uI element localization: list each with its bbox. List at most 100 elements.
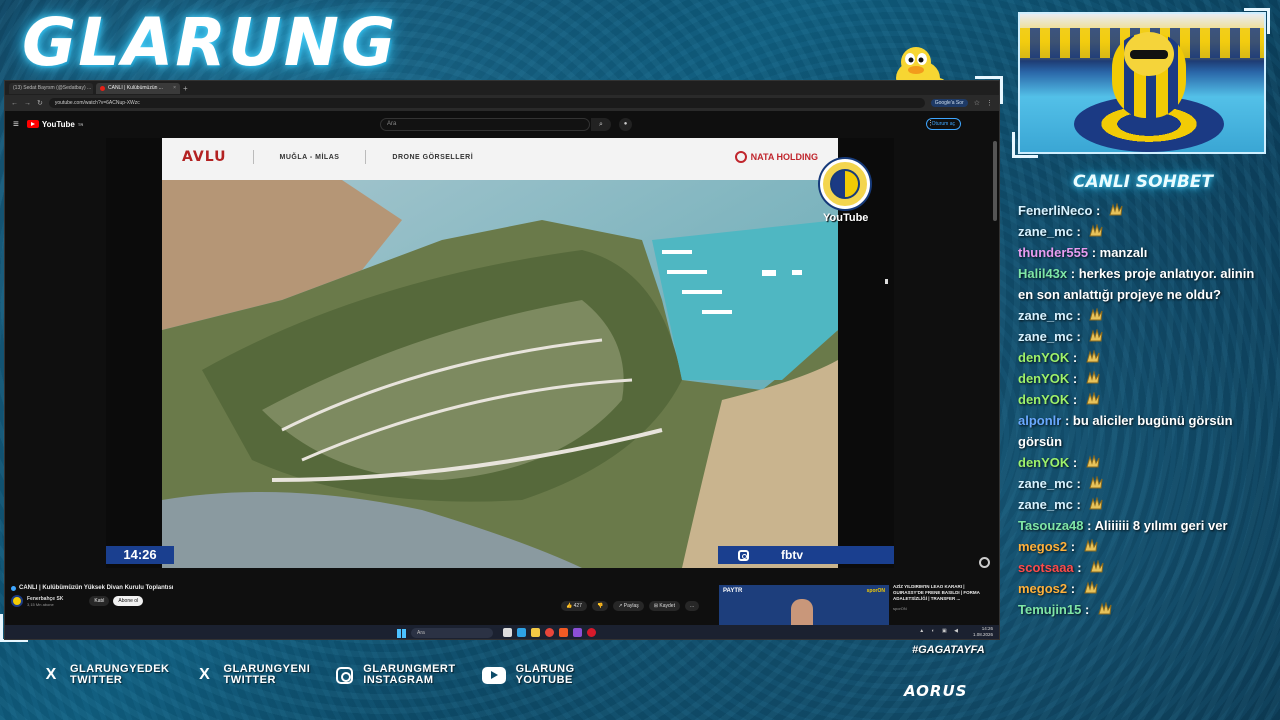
chat-separator: : bbox=[1069, 350, 1081, 365]
social-link[interactable]: GLARUNGMERT INSTAGRAM bbox=[336, 664, 455, 686]
dislike-button[interactable]: 👎 bbox=[591, 601, 609, 611]
opera-icon[interactable] bbox=[587, 628, 596, 637]
youtube-region: TR bbox=[77, 121, 84, 127]
chat-username[interactable]: denYOK bbox=[1018, 392, 1069, 407]
share-button[interactable]: ↗ Paylaş bbox=[613, 601, 644, 611]
chat-username[interactable]: denYOK bbox=[1018, 455, 1069, 470]
system-tray-icons[interactable]: ▲ ◐ ▣ ◀ bbox=[919, 628, 961, 634]
chat-username[interactable]: zane_mc bbox=[1018, 224, 1073, 239]
chat-separator: : bbox=[1072, 329, 1085, 344]
video-player[interactable]: AVLU MUĞLA - MİLAS DRONE GÖRSELLERİ NATA… bbox=[106, 138, 894, 568]
youtube-logo[interactable]: YouTube TR bbox=[26, 120, 84, 129]
chat-message: Halil43x : herkes proje anlatıyor. alini… bbox=[1018, 263, 1264, 305]
chat-separator: : bbox=[1067, 581, 1079, 596]
chat-message: Temujin15 : bbox=[1018, 599, 1264, 620]
chat-username[interactable]: FenerliNeco bbox=[1018, 203, 1092, 218]
task-view-icon[interactable] bbox=[503, 628, 512, 637]
chat-separator: : bbox=[1088, 245, 1100, 260]
social-platform: YOUTUBE bbox=[515, 674, 573, 686]
channel-avatar[interactable] bbox=[11, 595, 23, 607]
channel-subscribers: 3,15 Mn abone bbox=[27, 601, 54, 607]
chat-separator: : bbox=[1073, 560, 1086, 575]
chat-separator: : bbox=[1092, 203, 1104, 218]
save-button[interactable]: ⊞ Kaydet bbox=[648, 601, 680, 611]
chat-username[interactable]: denYOK bbox=[1018, 350, 1069, 365]
hamburger-menu-icon[interactable]: ≡ bbox=[13, 119, 19, 130]
chat-separator: : bbox=[1081, 602, 1093, 617]
social-platform: TWITTER bbox=[70, 674, 123, 686]
chat-separator: : bbox=[1072, 308, 1085, 323]
social-link[interactable]: X GLARUNGYENI TWITTER bbox=[196, 664, 311, 686]
more-actions-button[interactable]: ... bbox=[684, 601, 700, 611]
social-text: GLARUNGYEDEK TWITTER bbox=[70, 664, 170, 686]
edge-icon[interactable] bbox=[517, 628, 526, 637]
subscribe-button[interactable]: Abone ol bbox=[113, 596, 144, 606]
clap-emote-icon bbox=[1086, 392, 1100, 405]
search-icon[interactable]: ⌕ bbox=[591, 118, 611, 131]
browser-menu-icon[interactable]: ⋮ bbox=[986, 99, 993, 107]
sign-in-button[interactable]: Oturum aç bbox=[925, 118, 961, 130]
sponsor-logo: AORUS bbox=[904, 682, 968, 700]
chat-message: denYOK : bbox=[1018, 389, 1264, 410]
bookmark-star-icon[interactable]: ☆ bbox=[974, 99, 980, 107]
chat-message: alponlr : bu aliciler bugünü görsün görs… bbox=[1018, 410, 1264, 452]
social-platform: INSTAGRAM bbox=[363, 674, 434, 686]
brand-title: GLARUNG bbox=[22, 4, 398, 81]
like-button[interactable]: 👍 427 bbox=[561, 601, 587, 611]
save-label: Kaydet bbox=[659, 603, 675, 609]
chat-message: denYOK : bbox=[1018, 347, 1264, 368]
chat-username[interactable]: alponlr bbox=[1018, 413, 1061, 428]
chat-username[interactable]: Halil43x bbox=[1018, 266, 1067, 281]
chat-username[interactable]: thunder555 bbox=[1018, 245, 1088, 260]
chat-separator: : bbox=[1072, 476, 1085, 491]
page-scrollbar[interactable] bbox=[993, 141, 997, 221]
close-tab-icon[interactable]: × bbox=[173, 85, 176, 91]
recommended-video-channel: sporON bbox=[893, 606, 907, 611]
back-icon[interactable]: ← bbox=[11, 100, 18, 107]
fenerbahce-youtube-label: YouTube bbox=[823, 212, 869, 224]
divider bbox=[252, 150, 254, 164]
media-app-icon[interactable] bbox=[573, 628, 582, 637]
explorer-icon[interactable] bbox=[531, 628, 540, 637]
chat-username[interactable]: zane_mc bbox=[1018, 329, 1073, 344]
microphone-icon[interactable]: ● bbox=[619, 118, 632, 131]
live-indicator-icon bbox=[11, 585, 16, 591]
thumbnail-network: sporON bbox=[866, 588, 885, 594]
join-button[interactable]: Katıl bbox=[89, 596, 110, 606]
browser-tab-twitter[interactable]: (13) Sedat Bayrsm (@Sedatbay) ... bbox=[9, 82, 93, 94]
chat-username[interactable]: scotsaaa bbox=[1018, 560, 1074, 575]
windows-start-icon[interactable] bbox=[397, 629, 406, 638]
video-title: CANLI | Kulübümüzün Yüksek Divan Kurulu … bbox=[11, 585, 173, 591]
reload-icon[interactable]: ↻ bbox=[37, 99, 43, 107]
social-link[interactable]: GLARUNG YOUTUBE bbox=[481, 664, 575, 686]
social-link[interactable]: X GLARUNGYEDEK TWITTER bbox=[42, 664, 170, 686]
browser-tab-youtube[interactable]: CANLI | Kulübümüzün ... × bbox=[96, 82, 180, 94]
recommended-video-title[interactable]: AZİZ YILDIRIM'IN LEAO KARARI | GUIRASSY'… bbox=[893, 584, 993, 602]
clap-emote-icon bbox=[1086, 371, 1100, 384]
brave-icon[interactable] bbox=[559, 628, 568, 637]
chrome-icon[interactable] bbox=[545, 628, 554, 637]
recommended-video-thumbnail[interactable]: PAYTR sporON bbox=[719, 585, 889, 625]
channel-name[interactable]: Fenerbahçe SK bbox=[27, 596, 63, 602]
webcam-overlay bbox=[1018, 12, 1266, 154]
chat-username[interactable]: zane_mc bbox=[1018, 476, 1073, 491]
chat-username[interactable]: Tasouza48 bbox=[1018, 518, 1084, 533]
youtube-search-input[interactable]: Ara bbox=[380, 118, 590, 131]
chat-username[interactable]: denYOK bbox=[1018, 371, 1069, 386]
chat-username[interactable]: zane_mc bbox=[1018, 308, 1073, 323]
settings-gear-icon[interactable] bbox=[979, 557, 990, 568]
chat-username[interactable]: megos2 bbox=[1018, 581, 1067, 596]
clap-emote-icon bbox=[1086, 455, 1100, 468]
chat-username[interactable]: megos2 bbox=[1018, 539, 1067, 554]
url-field[interactable]: youtube.com/watch?v=6ACNup-XWzc bbox=[48, 98, 925, 108]
chat-separator: : bbox=[1061, 413, 1073, 428]
new-tab-button[interactable]: + bbox=[183, 84, 188, 93]
taskbar-search[interactable]: Ara bbox=[411, 628, 493, 638]
chat-username[interactable]: zane_mc bbox=[1018, 497, 1073, 512]
taskbar-clock[interactable]: 14:26 1.08.2026 bbox=[973, 626, 993, 638]
chat-username[interactable]: Temujin15 bbox=[1018, 602, 1081, 617]
clap-emote-icon bbox=[1084, 539, 1098, 552]
forward-icon[interactable]: → bbox=[24, 100, 31, 107]
clap-emote-icon bbox=[1109, 203, 1123, 216]
google-search-button[interactable]: Google'a Sor bbox=[930, 99, 968, 107]
